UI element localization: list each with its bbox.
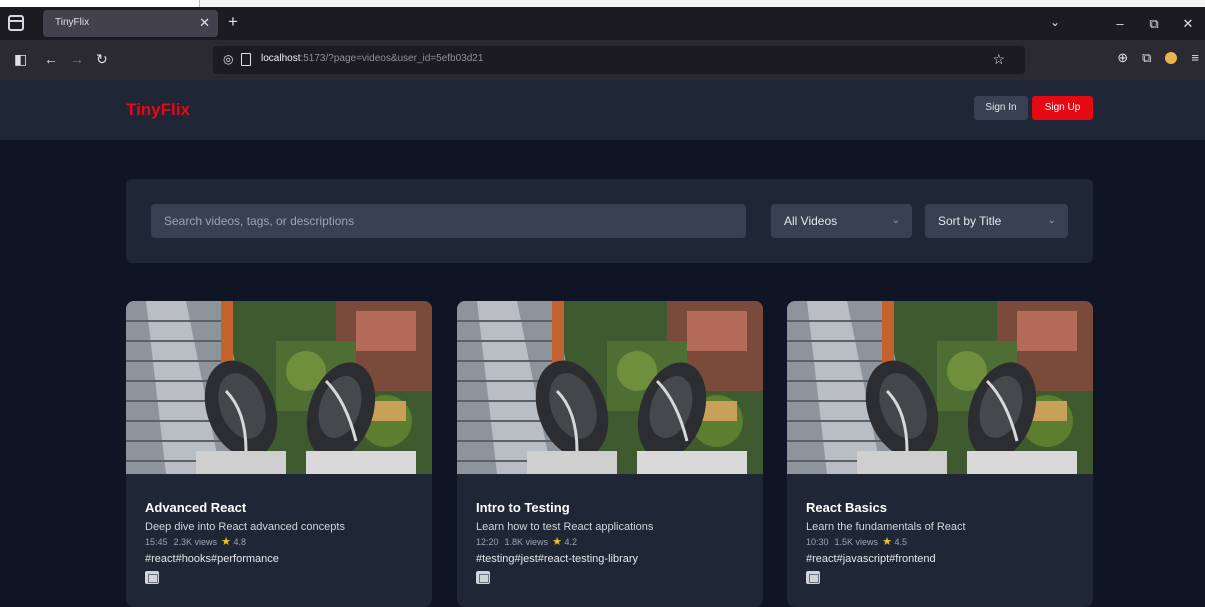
video-description: Learn how to test React applications <box>476 521 654 533</box>
bookmark-star-icon[interactable]: ☆ <box>992 51 1005 68</box>
account-icon[interactable]: ⊕ <box>1117 50 1128 66</box>
video-views: 1.5K views <box>834 537 879 547</box>
video-duration: 12:20 <box>476 537 499 547</box>
video-tags: #react#hooks#performance <box>145 553 279 565</box>
sign-up-button[interactable]: Sign Up <box>1032 96 1093 120</box>
video-rating: 4.2 <box>564 537 577 547</box>
video-thumbnail[interactable] <box>126 301 432 474</box>
video-description: Deep dive into React advanced concepts <box>145 521 345 533</box>
video-tags: #testing#jest#react-testing-library <box>476 553 639 565</box>
video-card[interactable]: Intro to Testing Learn how to test React… <box>457 301 763 607</box>
url-host: localhost <box>261 53 301 64</box>
extension-avatar-icon[interactable] <box>1165 52 1178 64</box>
category-select[interactable]: All Videos ⌄ <box>771 204 912 238</box>
video-title[interactable]: Intro to Testing <box>476 500 753 516</box>
video-title[interactable]: React Basics <box>806 500 1083 516</box>
minimize-window-button[interactable]: – <box>1103 16 1137 31</box>
image-icon[interactable] <box>476 571 490 584</box>
search-input[interactable] <box>151 204 746 238</box>
browser-nav-bar: ◧ ← → ↻ ◎ localhost:5173/?page=videos&us… <box>0 40 1205 80</box>
video-rating: 4.8 <box>233 537 246 547</box>
menu-icon[interactable]: ≡ <box>1191 50 1199 66</box>
video-duration: 15:45 <box>145 537 168 547</box>
star-icon: ★ <box>552 536 562 548</box>
app-logo[interactable]: TinyFlix <box>126 100 190 120</box>
video-tags: #react#javascript#frontend <box>806 553 936 565</box>
category-select-value: All Videos <box>784 214 838 228</box>
sort-select-value: Sort by Title <box>938 214 1002 228</box>
back-arrow-icon[interactable]: ← <box>44 50 58 68</box>
tab-overview-icon[interactable] <box>8 15 24 31</box>
video-views: 1.8K views <box>504 537 549 547</box>
extensions-icon[interactable]: ⧉ <box>1142 50 1151 66</box>
video-meta: 12:20 1.8K views ★ 4.2 <box>476 536 753 549</box>
browser-tab[interactable]: TinyFlix ✕ <box>43 10 218 37</box>
video-duration: 10:30 <box>806 537 829 547</box>
url-text[interactable]: localhost:5173/?page=videos&user_id=5efb… <box>261 53 483 64</box>
window-top-strip-segment <box>0 0 200 7</box>
address-bar[interactable]: ◎ localhost:5173/?page=videos&user_id=5e… <box>213 46 1025 74</box>
page-info-icon[interactable] <box>241 53 251 66</box>
video-thumbnail[interactable] <box>787 301 1093 474</box>
close-window-button[interactable]: ✕ <box>1171 16 1205 32</box>
star-icon: ★ <box>221 536 231 548</box>
restore-window-button[interactable]: ⧉ <box>1137 16 1171 32</box>
tab-title: TinyFlix <box>55 17 90 28</box>
video-views: 2.3K views <box>173 537 218 547</box>
browser-tab-bar: TinyFlix ✕ + ⌄ – ⧉ ✕ <box>0 7 1205 40</box>
url-path: :5173/?page=videos&user_id=5efb03d21 <box>300 53 484 64</box>
filter-panel: All Videos ⌄ Sort by Title ⌄ <box>126 179 1093 263</box>
tab-close-icon[interactable]: ✕ <box>199 15 210 31</box>
video-title[interactable]: Advanced React <box>145 500 422 516</box>
thumbnail-image <box>787 301 1093 474</box>
image-icon[interactable] <box>145 571 159 584</box>
window-top-strip <box>0 0 1205 7</box>
forward-arrow-icon[interactable]: → <box>70 50 84 68</box>
thumbnail-image <box>457 301 763 474</box>
list-tabs-chevron-icon[interactable]: ⌄ <box>1050 15 1060 29</box>
video-thumbnail[interactable] <box>457 301 763 474</box>
reload-icon[interactable]: ↻ <box>96 50 108 68</box>
thumbnail-image <box>126 301 432 474</box>
chevron-down-icon: ⌄ <box>891 215 900 226</box>
video-card[interactable]: Advanced React Deep dive into React adva… <box>126 301 432 607</box>
video-meta: 15:45 2.3K views ★ 4.8 <box>145 536 422 549</box>
new-tab-button[interactable]: + <box>228 13 238 31</box>
video-meta: 10:30 1.5K views ★ 4.5 <box>806 536 1083 549</box>
video-card[interactable]: React Basics Learn the fundamentals of R… <box>787 301 1093 607</box>
sort-select[interactable]: Sort by Title ⌄ <box>925 204 1068 238</box>
sign-in-button[interactable]: Sign In <box>974 96 1028 120</box>
image-icon[interactable] <box>806 571 820 584</box>
chevron-down-icon: ⌄ <box>1047 215 1056 226</box>
video-description: Learn the fundamentals of React <box>806 521 966 533</box>
tracking-shield-icon[interactable]: ◎ <box>223 52 233 66</box>
app-header: TinyFlix Sign In Sign Up <box>0 80 1205 140</box>
video-rating: 4.5 <box>894 537 907 547</box>
star-icon: ★ <box>882 536 892 548</box>
sidebar-toggle-icon[interactable]: ◧ <box>14 50 27 68</box>
